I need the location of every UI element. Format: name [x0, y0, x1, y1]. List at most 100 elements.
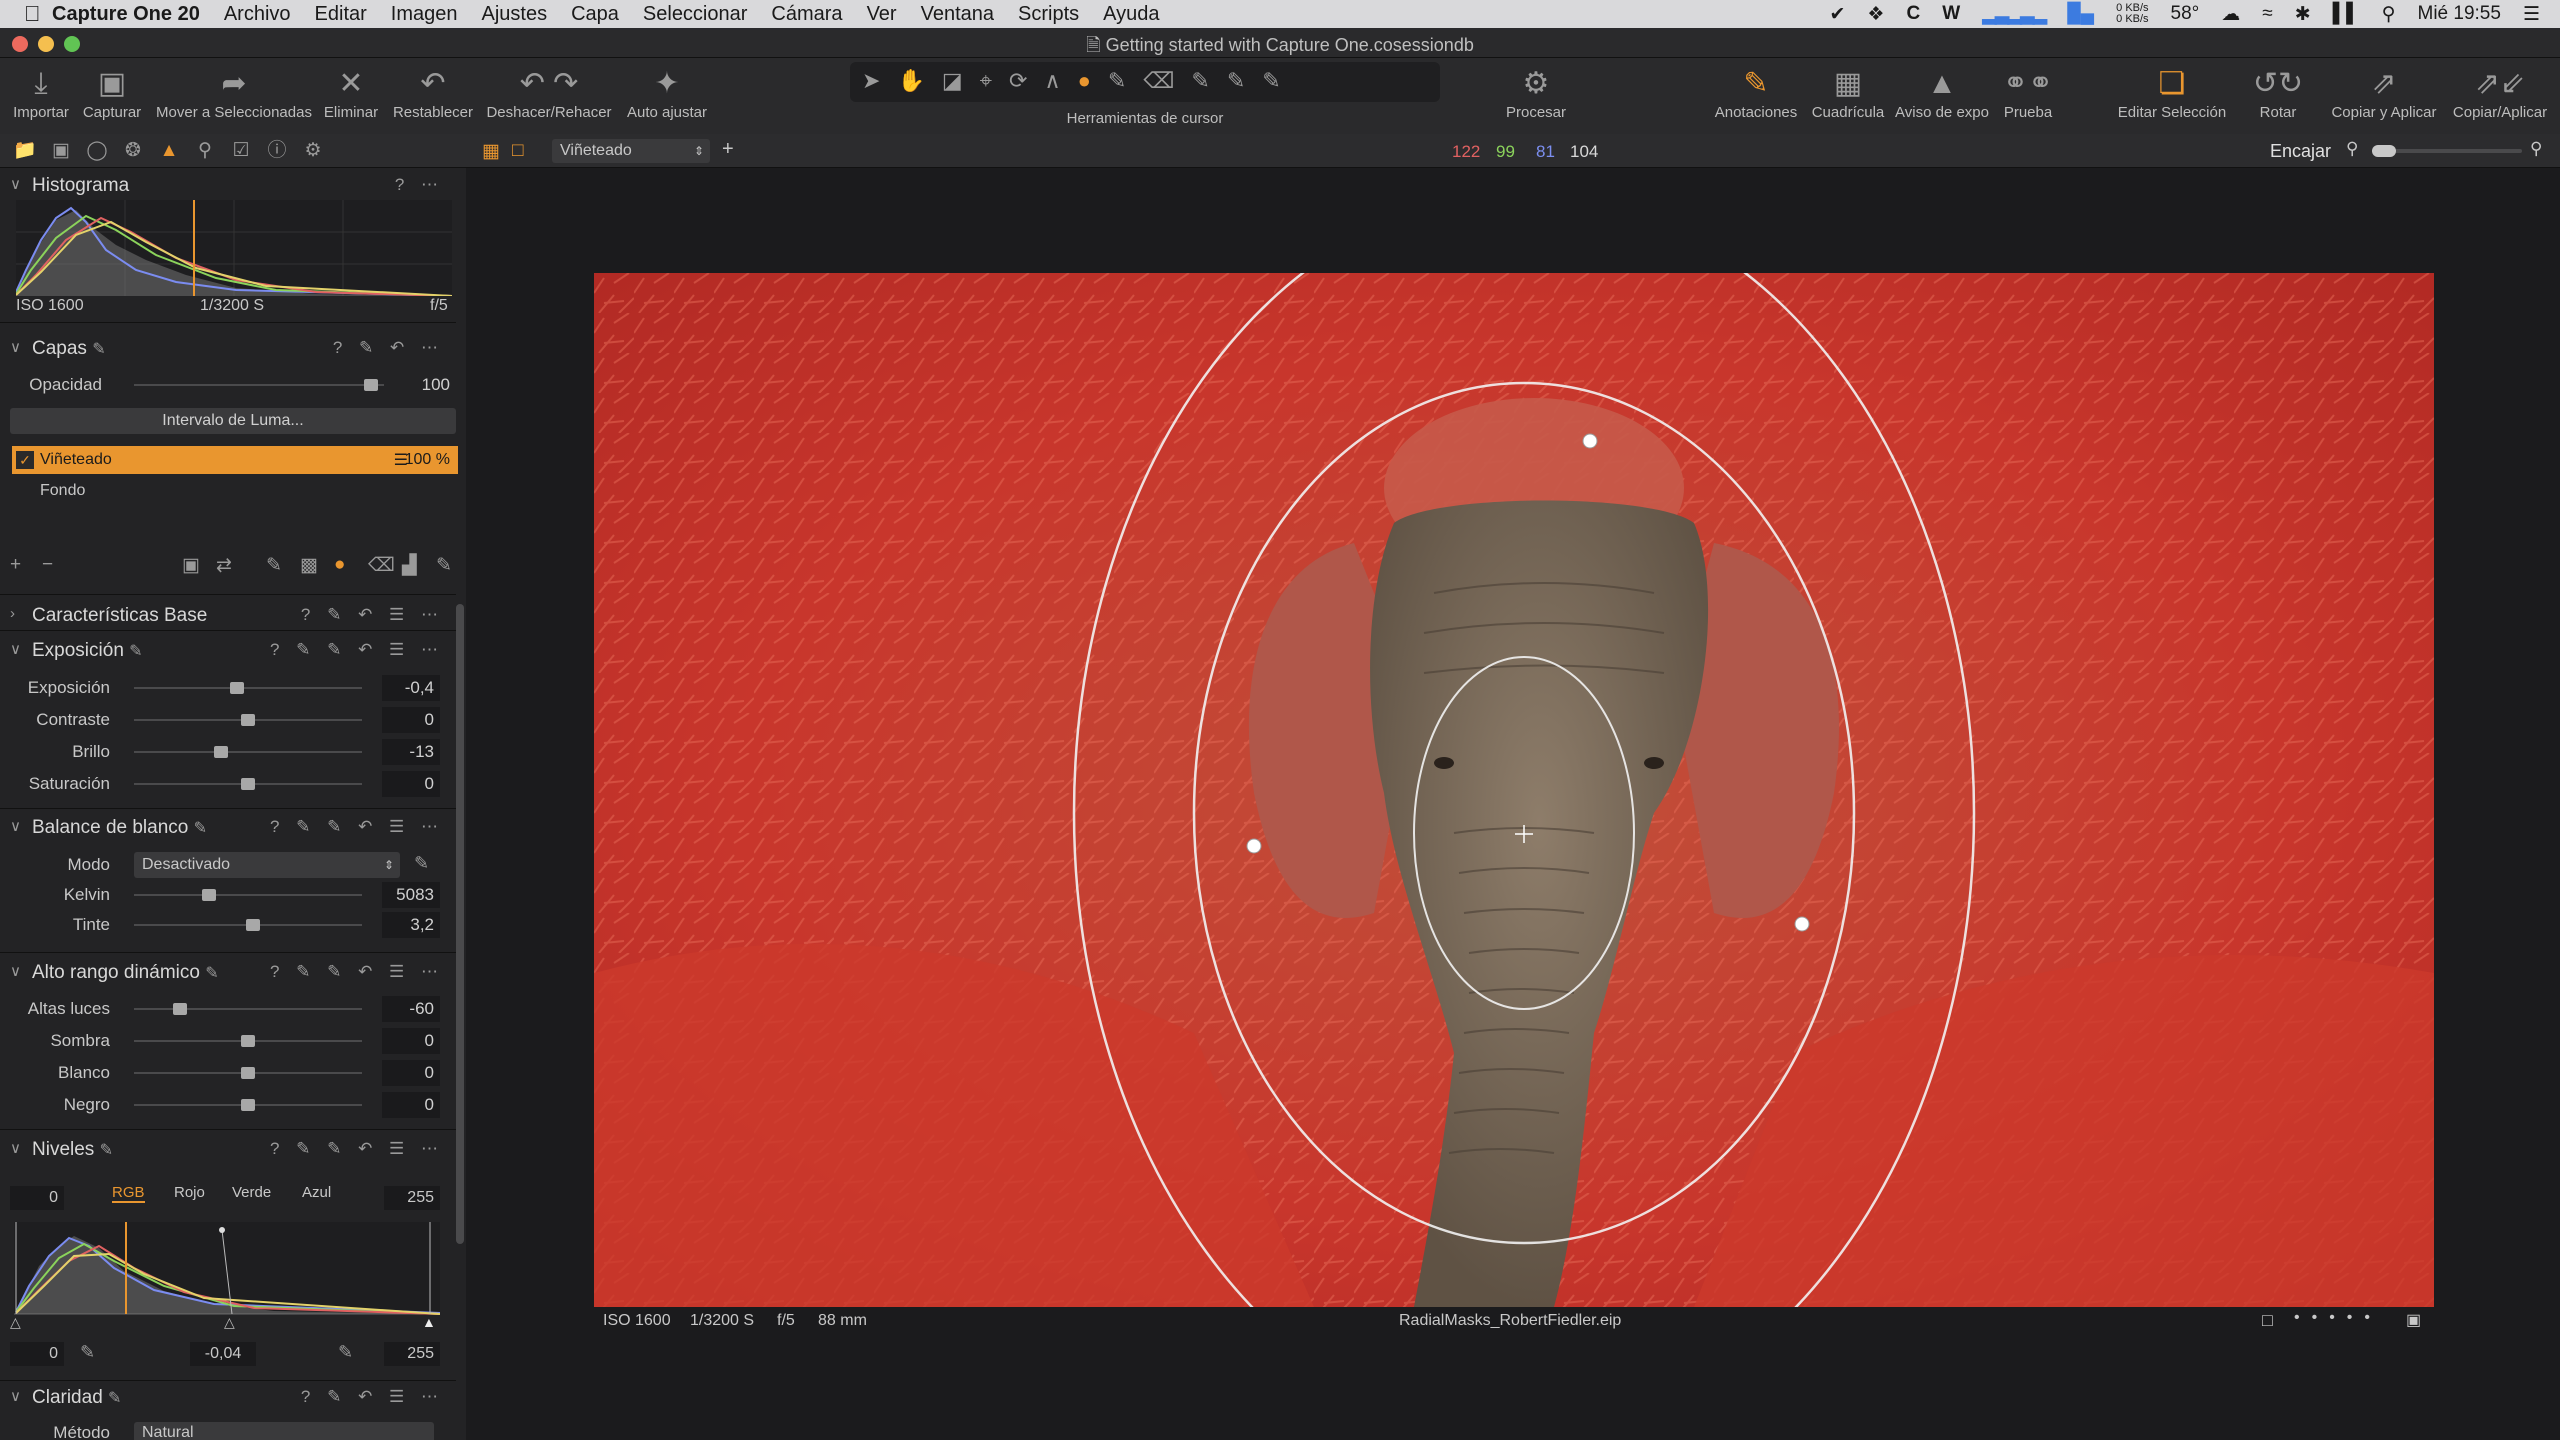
shadows-slider[interactable]	[134, 1035, 362, 1047]
photo-canvas[interactable]	[594, 273, 2434, 1307]
menu-ventana[interactable]: Ventana	[921, 3, 994, 26]
single-view-icon[interactable]: □	[512, 140, 523, 162]
highlights-slider[interactable]	[134, 1003, 362, 1015]
memory-meter-icon[interactable]: █▄	[2067, 3, 2094, 25]
saturation-value[interactable]: 0	[382, 771, 440, 797]
details-tab-icon[interactable]: ⚲	[192, 138, 218, 164]
select-checkbox-icon[interactable]: □	[2262, 1310, 2273, 1331]
black-slider[interactable]	[134, 1099, 362, 1111]
add-plus-icon[interactable]: +	[722, 138, 734, 161]
layer-select-dropdown[interactable]: Viñeteado ⇕	[552, 139, 710, 163]
edit-selection-button[interactable]: ❏ Editar Selección	[2110, 64, 2234, 121]
clock-text[interactable]: Mié 19:55	[2418, 3, 2501, 25]
base-characteristics-tools[interactable]: ? ✎ ↶ ☰ ⋯	[301, 605, 444, 625]
remove-layer-icon[interactable]: −	[42, 554, 53, 576]
shadows-value[interactable]: 0	[382, 1028, 440, 1054]
select-cursor-icon[interactable]: ➤	[862, 68, 880, 94]
loupe-icon[interactable]: ◪	[942, 68, 963, 94]
zoom-slider-thumb[interactable]	[2372, 145, 2396, 157]
cpu-meter-icon[interactable]: ▂▃▂▃▂	[1982, 3, 2047, 26]
zoom-fit-label[interactable]: Encajar	[2270, 141, 2331, 162]
library-tab-icon[interactable]: 📁	[12, 138, 38, 164]
levels-high-handle[interactable]: ▲	[422, 1314, 436, 1330]
tint-value[interactable]: 3,2	[382, 912, 440, 938]
layers-tools[interactable]: ? ✎ ↶ ⋯	[333, 338, 444, 358]
annotate-pen-icon[interactable]: ✎	[1262, 68, 1280, 94]
clarity-tools[interactable]: ? ✎ ↶ ☰ ⋯	[301, 1387, 444, 1407]
levels-tools[interactable]: ? ✎ ✎ ↶ ☰ ⋯	[270, 1139, 444, 1159]
brightness-knob[interactable]	[213, 746, 228, 758]
wb-mode-select[interactable]: Desactivado ⇕	[134, 852, 400, 878]
white-value[interactable]: 0	[382, 1060, 440, 1086]
white-point-picker-icon[interactable]: ✎	[338, 1342, 353, 1363]
contrast-knob[interactable]	[241, 714, 255, 726]
brush-icon[interactable]: ✎	[266, 554, 282, 577]
layer-row-vignetting[interactable]: ✓ Viñeteado ☰ 100 %	[12, 446, 458, 474]
histogram-header[interactable]: ∨ Histograma ? ⋯	[0, 170, 456, 202]
menu-ver[interactable]: Ver	[867, 3, 897, 26]
keystone-icon[interactable]: ∧	[1044, 68, 1060, 94]
proof-button[interactable]: ⚭⚭ Prueba	[1994, 64, 2062, 121]
metadata-tab-icon[interactable]: ⓘ	[264, 138, 290, 164]
capture-tab-icon[interactable]: ▣	[48, 138, 74, 164]
brightness-slider[interactable]	[134, 746, 362, 758]
menu-scripts[interactable]: Scripts	[1018, 3, 1079, 26]
levels-output-low[interactable]: 0	[10, 1342, 64, 1366]
zoom-slider[interactable]	[2372, 145, 2522, 157]
cloud-icon[interactable]: ☁	[2221, 3, 2240, 26]
levels-output-high[interactable]: 255	[384, 1342, 440, 1366]
tint-knob[interactable]	[245, 919, 260, 931]
crop-icon[interactable]: ⌖	[980, 68, 992, 94]
wechat-icon[interactable]: W	[1942, 3, 1960, 25]
add-layer-icon[interactable]: +	[10, 554, 21, 576]
output-tab-icon[interactable]: ⚙	[300, 138, 326, 164]
status-check-icon[interactable]: ✔	[1830, 3, 1846, 26]
histogram-tools[interactable]: ? ⋯	[395, 175, 444, 195]
levels-tab-rgb[interactable]: RGB	[112, 1184, 145, 1203]
pen-icon[interactable]: ✎	[436, 554, 452, 577]
menu-archivo[interactable]: Archivo	[224, 3, 291, 26]
process-button[interactable]: ⚙ Procesar	[1496, 64, 1576, 121]
levels-header[interactable]: ∨ Niveles ✎ ? ✎ ✎ ↶ ☰ ⋯	[0, 1134, 456, 1166]
opacity-knob[interactable]	[364, 379, 378, 391]
move-to-selects-button[interactable]: ➦ Mover a Seleccionadas	[150, 64, 318, 121]
grid-view-icon[interactable]: ▦	[482, 140, 500, 163]
highlights-value[interactable]: -60	[382, 996, 440, 1022]
grid-button[interactable]: ▦ Cuadrícula	[1806, 64, 1890, 121]
adjustments-tab-icon[interactable]: ☑	[228, 138, 254, 164]
white-balance-tools[interactable]: ? ✎ ✎ ↶ ☰ ⋯	[270, 817, 444, 837]
luma-range-button[interactable]: Intervalo de Luma...	[10, 408, 456, 434]
eraser-icon[interactable]: ⌫	[1143, 68, 1174, 94]
network-meter[interactable]: 0 KB/s 0 KB/s	[2116, 3, 2148, 25]
menu-editar[interactable]: Editar	[315, 3, 367, 26]
stamp-icon[interactable]: ▟	[402, 554, 417, 577]
black-point-picker-icon[interactable]: ✎	[80, 1342, 95, 1363]
hdr-header[interactable]: ∨ Alto rango dinámico ✎ ? ✎ ✎ ↶ ☰ ⋯	[0, 957, 456, 989]
clarity-method-select[interactable]: Natural	[134, 1422, 434, 1440]
swap-icon[interactable]: ⇄	[216, 554, 232, 577]
levels-input-high[interactable]: 255	[384, 1186, 440, 1210]
copy-and-apply-button[interactable]: ⇗ Copiar y Aplicar	[2324, 64, 2444, 121]
layers-header[interactable]: ∨ Capas ✎ ? ✎ ↶ ⋯	[0, 333, 456, 365]
dropbox-icon[interactable]: ❖	[1867, 3, 1884, 26]
brush-icon[interactable]: ✎	[1108, 68, 1126, 94]
exposure-knob[interactable]	[229, 682, 244, 694]
status-c-icon[interactable]: C	[1906, 3, 1920, 25]
display-icon[interactable]: ▌▌	[2333, 3, 2360, 25]
clarity-header[interactable]: ∨ Claridad ✎ ? ✎ ↶ ☰ ⋯	[0, 1382, 456, 1414]
delete-button[interactable]: ✕ Eliminar	[318, 64, 384, 121]
exposure-value[interactable]: -0,4	[382, 675, 440, 701]
exposure-header[interactable]: ∨ Exposición ✎ ? ✎ ✎ ↶ ☰ ⋯	[0, 635, 456, 667]
white-balance-header[interactable]: ∨ Balance de blanco ✎ ? ✎ ✎ ↶ ☰ ⋯	[0, 812, 456, 844]
pan-hand-icon[interactable]: ✋	[897, 68, 924, 94]
spotlight-search-icon[interactable]: ⚲	[2382, 3, 2396, 26]
menu-ayuda[interactable]: Ayuda	[1103, 3, 1159, 26]
lens-tab-icon[interactable]: ◯	[84, 138, 110, 164]
auto-adjust-button[interactable]: ✦ Auto ajustar	[618, 64, 716, 121]
opacity-slider[interactable]	[134, 379, 384, 391]
gradient-mask-icon[interactable]: ✎	[1191, 68, 1209, 94]
shadows-knob[interactable]	[241, 1035, 255, 1047]
eraser-icon[interactable]: ⌫	[368, 554, 395, 577]
white-knob[interactable]	[241, 1067, 255, 1079]
import-button[interactable]: ⤓ Importar	[6, 64, 76, 121]
